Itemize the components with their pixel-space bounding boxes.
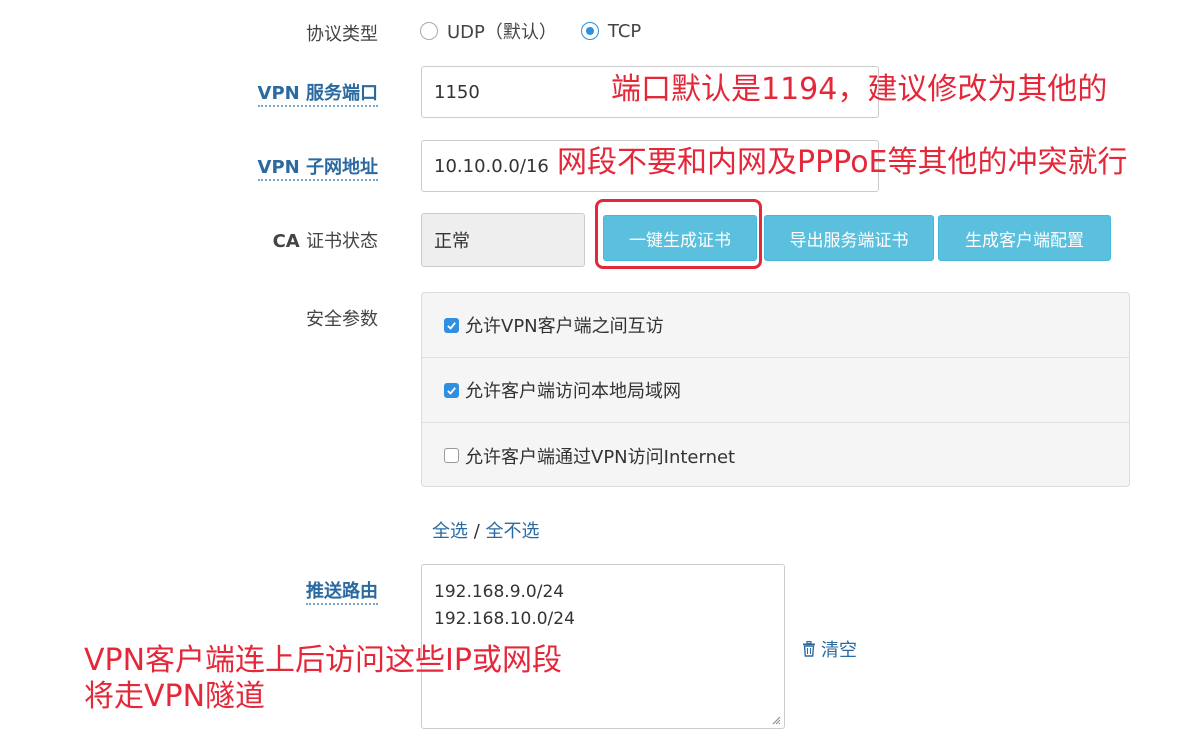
ca-label-suffix: 证书状态 [306,231,378,252]
protocol-option-udp[interactable]: UDP（默认） [420,18,557,44]
generate-client-config-button[interactable]: 生成客户端配置 [938,215,1111,261]
push-route-line: 192.168.10.0/24 [434,609,575,629]
subnet-label-prefix: VPN [257,157,300,178]
protocol-option-tcp[interactable]: TCP [580,20,642,42]
route-annotation-line1: VPN客户端连上后访问这些IP或网段 [84,643,562,678]
ca-label-prefix: CA [272,231,300,252]
resize-grip-icon[interactable] [771,715,781,725]
subnet-label-suffix: 子网地址 [306,157,378,178]
radio-tcp[interactable] [580,22,599,40]
security-option-label: 允许客户端通过VPN访问Internet [465,446,736,468]
security-option-internet-via-vpn[interactable]: 允许客户端通过VPN访问Internet [422,423,1129,488]
trash-icon [803,641,815,657]
push-routes-label[interactable]: 推送路由 [98,577,378,605]
checkbox-client-interaccess[interactable] [444,317,459,333]
push-route-line: 192.168.9.0/24 [434,582,565,602]
security-options-panel: 允许VPN客户端之间互访 允许客户端访问本地局域网 允许客户端通过VPN访问In… [421,292,1130,487]
select-links: 全选 / 全不选 [432,517,540,543]
port-label-prefix: VPN [257,83,300,104]
ca-status-label: CA 证书状态 [98,227,378,253]
security-option-client-interaccess[interactable]: 允许VPN客户端之间互访 [422,293,1129,358]
clear-routes-button[interactable]: 清空 [802,636,857,662]
checkbox-internet-via-vpn[interactable] [444,448,459,463]
port-annotation: 端口默认是1194，建议修改为其他的 [611,72,1108,107]
security-option-label: 允许VPN客户端之间互访 [465,316,664,337]
radio-udp[interactable] [420,22,438,40]
security-option-label: 允许客户端访问本地局域网 [465,381,681,402]
port-label[interactable]: VPN 服务端口 [98,79,378,107]
security-option-lan-access[interactable]: 允许客户端访问本地局域网 [422,358,1129,423]
export-server-cert-button[interactable]: 导出服务端证书 [764,215,934,261]
protocol-radio-group: UDP（默认） TCP [420,18,657,44]
protocol-label: 协议类型 [306,24,378,45]
select-separator: / [473,521,480,542]
generate-cert-highlight [595,199,762,269]
clear-routes-label: 清空 [821,640,857,661]
checkbox-lan-access[interactable] [444,382,459,398]
protocol-option-tcp-label: TCP [607,20,642,42]
route-annotation: VPN客户端连上后访问这些IP或网段 将走VPN隧道 [84,643,562,715]
subnet-input-value: 10.10.0.0/16 [434,155,549,177]
port-input-value: 1150 [434,81,480,103]
ca-status-field: 正常 [421,213,585,267]
port-label-suffix: 服务端口 [306,83,378,104]
security-label: 安全参数 [306,309,378,330]
subnet-label[interactable]: VPN 子网地址 [98,153,378,181]
route-annotation-line2: 将走VPN隧道 [84,679,266,714]
subnet-annotation: 网段不要和内网及PPPoE等其他的冲突就行 [557,145,1128,180]
select-all-link[interactable]: 全选 [432,521,468,542]
protocol-option-udp-label: UDP（默认） [447,22,557,43]
ca-status-value: 正常 [434,231,470,252]
select-none-link[interactable]: 全不选 [486,521,540,542]
